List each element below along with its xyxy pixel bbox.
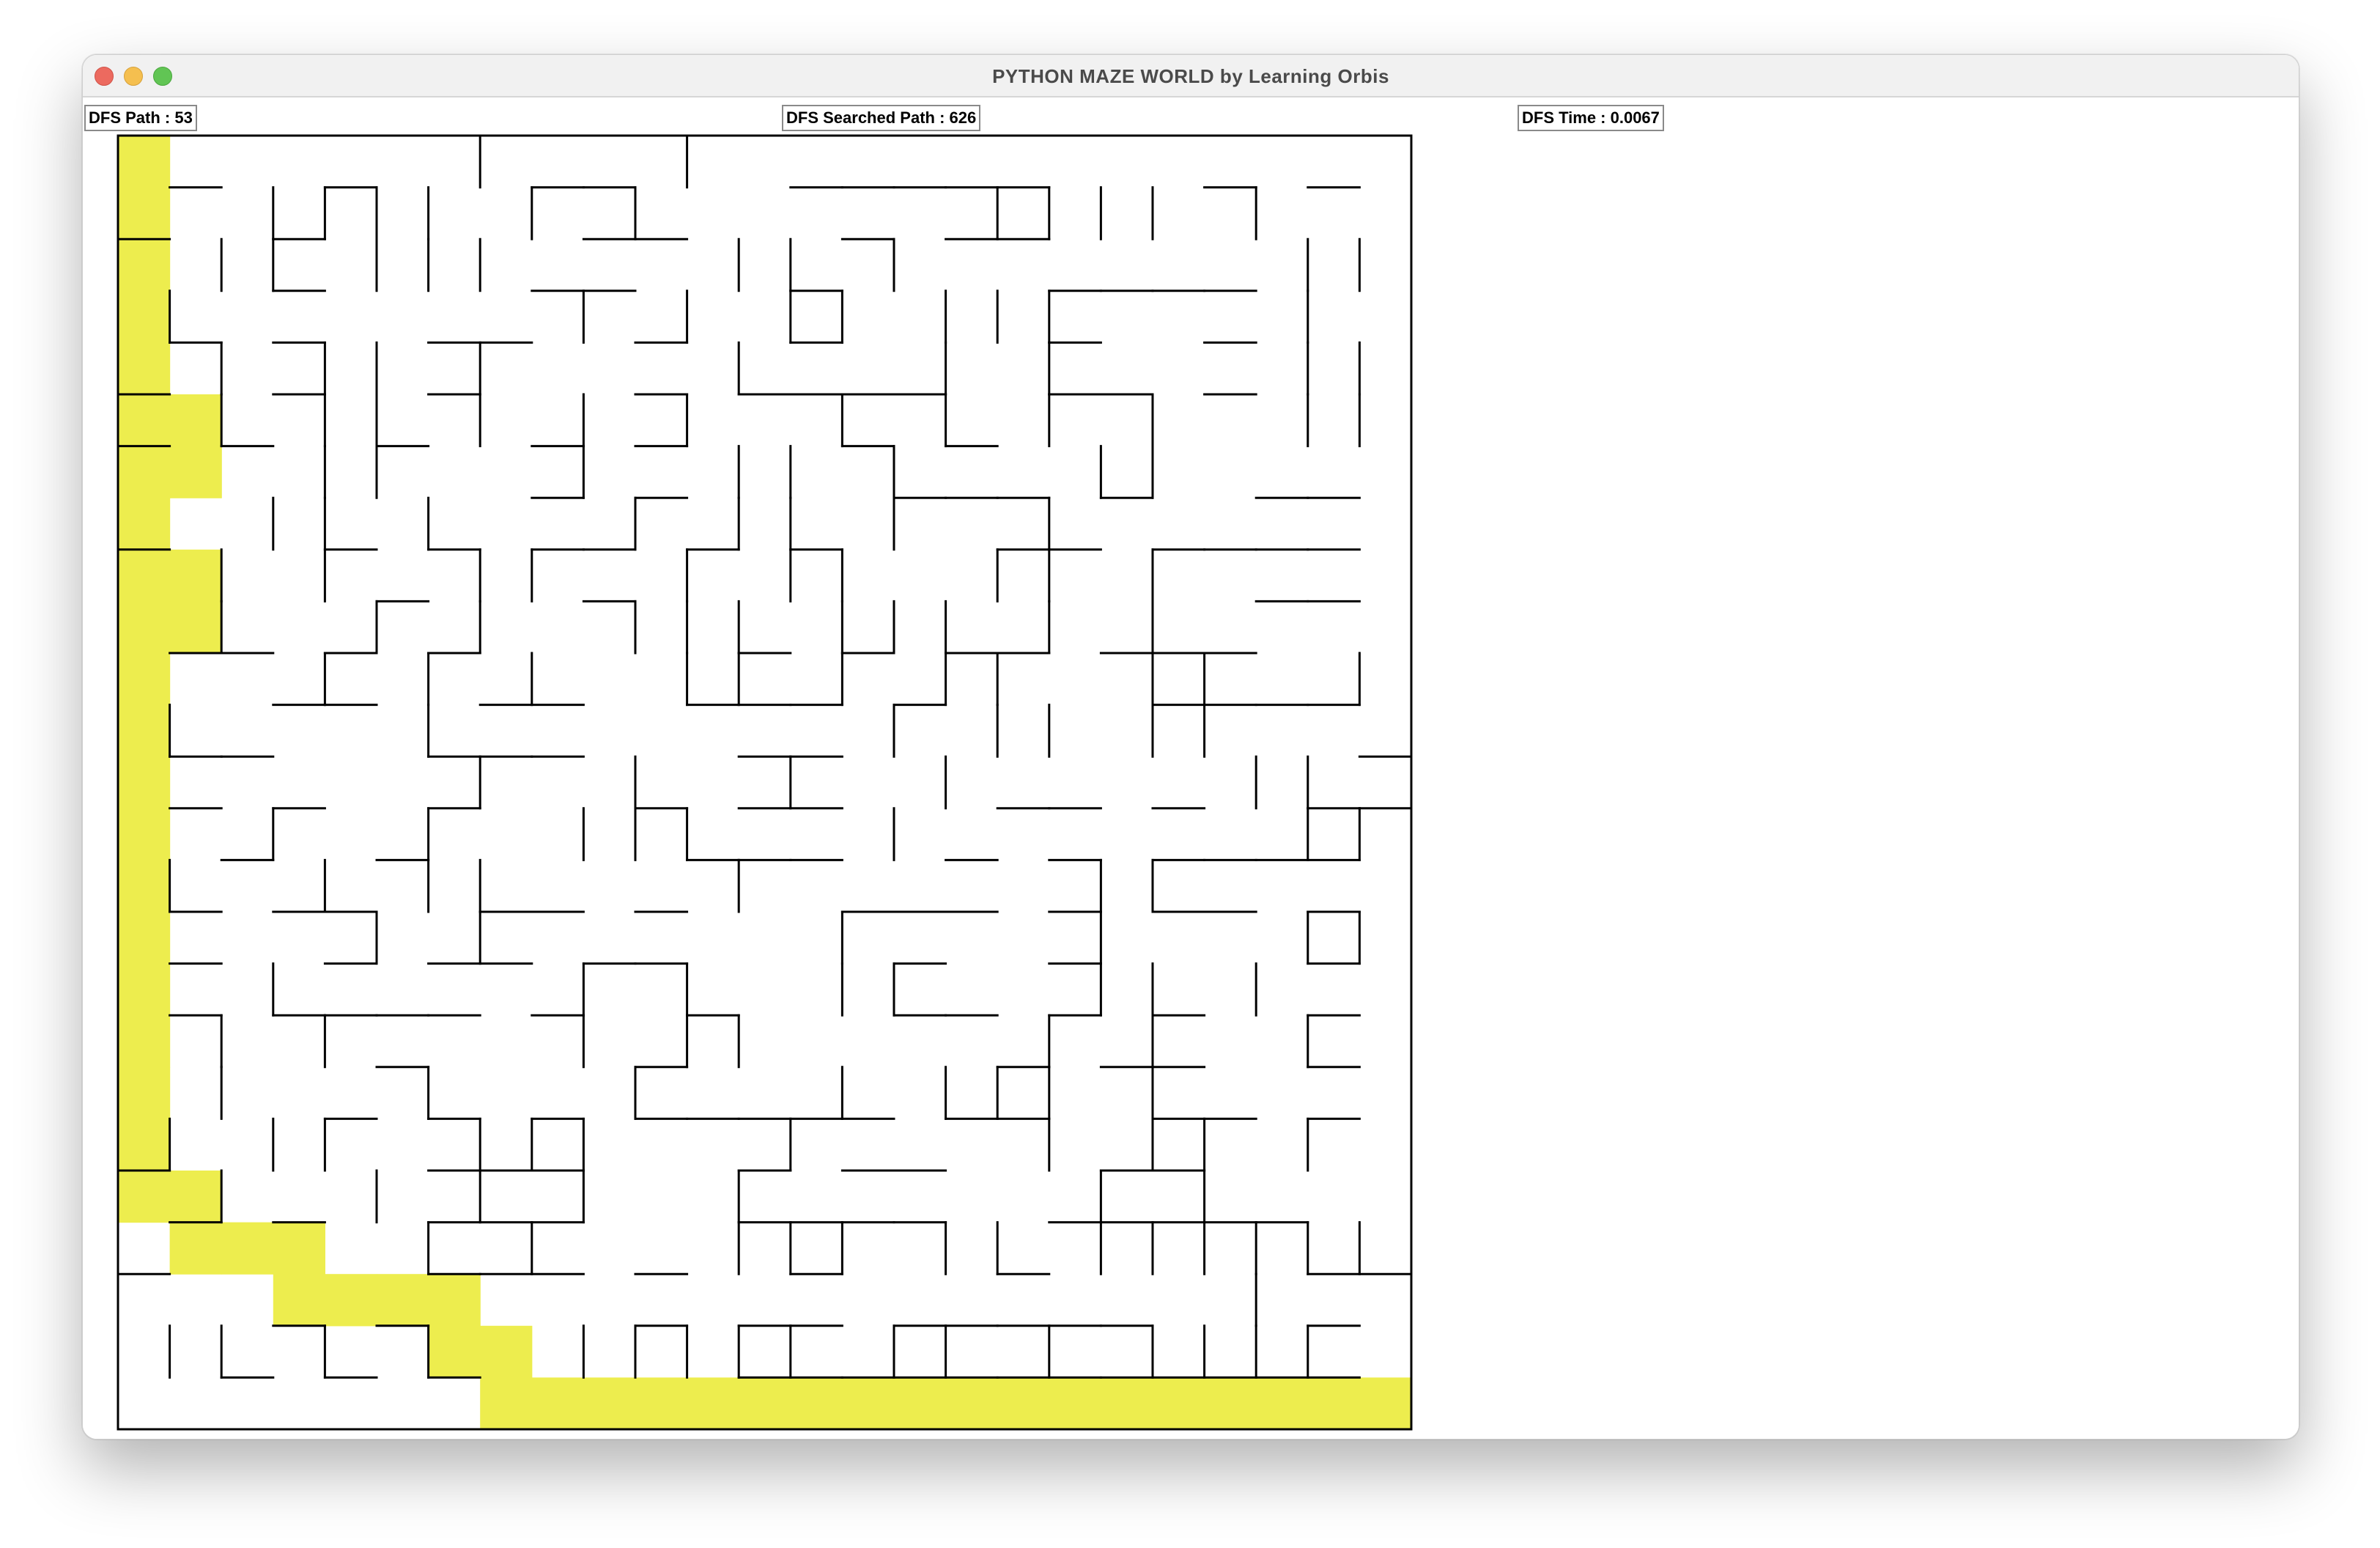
maze-canvas-area: DFS Path : 53 DFS Searched Path : 626 DF…	[83, 97, 2299, 1439]
path-cell	[169, 1171, 222, 1223]
path-cell	[1153, 1377, 1205, 1430]
path-cell	[531, 1377, 584, 1430]
path-cell	[842, 1377, 895, 1430]
path-cell	[118, 549, 171, 602]
title-bar[interactable]: PYTHON MAZE WORLD by Learning Orbis	[83, 55, 2299, 97]
path-cell	[687, 1377, 739, 1430]
path-cell	[635, 1377, 688, 1430]
path-cell	[118, 187, 171, 240]
path-cell	[118, 601, 171, 654]
maze-walls	[117, 134, 1413, 1379]
path-cell	[377, 1274, 429, 1327]
app-window: PYTHON MAZE WORLD by Learning Orbis DFS …	[82, 54, 2299, 1440]
path-cell	[118, 860, 171, 913]
path-cell	[118, 704, 171, 757]
path-cell	[273, 1222, 325, 1275]
path-cell	[118, 963, 171, 1016]
path-cell	[1101, 1377, 1153, 1430]
path-cell	[118, 136, 171, 188]
path-cell	[118, 756, 171, 809]
path-cell	[118, 446, 171, 498]
path-cell	[118, 1171, 171, 1223]
desktop: PYTHON MAZE WORLD by Learning Orbis DFS …	[0, 0, 2380, 1548]
path-cell	[1307, 1377, 1360, 1430]
path-cell	[169, 549, 222, 602]
path-cell	[169, 601, 222, 654]
path-cell	[790, 1377, 843, 1430]
path-cell	[480, 1377, 533, 1430]
path-cell	[221, 1222, 274, 1275]
window-title: PYTHON MAZE WORLD by Learning Orbis	[992, 65, 1389, 87]
path-cell	[169, 446, 222, 498]
path-cell	[118, 1118, 171, 1171]
path-cell	[118, 394, 171, 447]
path-cell	[1049, 1377, 1101, 1430]
path-cell	[169, 1222, 222, 1275]
path-cell	[118, 653, 171, 706]
path-cell	[118, 1015, 171, 1068]
path-cell	[325, 1274, 377, 1327]
path-cell	[1359, 1377, 1412, 1430]
path-cell	[1256, 1377, 1309, 1430]
path-cell	[894, 1377, 947, 1430]
path-cell	[273, 1274, 325, 1327]
path-cell	[739, 1377, 791, 1430]
path-cell	[118, 912, 171, 965]
path-cell	[428, 1274, 481, 1327]
path-cell	[118, 239, 171, 292]
path-cell	[118, 1066, 171, 1119]
path-cell	[118, 808, 171, 860]
path-cell	[583, 1377, 636, 1430]
solution-path	[118, 136, 1412, 1430]
path-cell	[997, 1377, 1050, 1430]
path-cell	[1204, 1377, 1257, 1430]
path-cell	[118, 342, 171, 395]
path-cell	[480, 1325, 533, 1378]
path-cell	[118, 290, 171, 343]
path-cell	[118, 498, 171, 550]
path-cell	[428, 1325, 481, 1378]
maze-grid	[117, 134, 1413, 1431]
path-cell	[945, 1377, 998, 1430]
path-cell	[169, 394, 222, 447]
